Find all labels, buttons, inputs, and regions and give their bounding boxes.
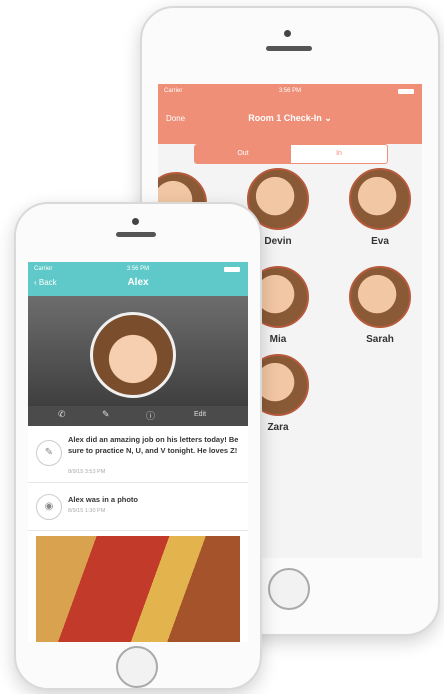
clock: 3:56 PM: [126, 266, 150, 272]
room-selector[interactable]: Room 1 Check-In ⌄: [158, 113, 422, 124]
front-phone: Carrier 3:56 PM ‹ Back Alex ✆ ✎ ⓘ Edit ✎…: [14, 202, 262, 690]
in-tab[interactable]: In: [291, 145, 387, 163]
feed-photo[interactable]: [36, 536, 240, 642]
feed-time: 8/9/15 3:53 PM: [68, 469, 106, 475]
avatar: [349, 266, 411, 328]
profile-header: Carrier 3:56 PM ‹ Back Alex: [28, 262, 248, 296]
feed-item-note[interactable]: ✎ Alex did an amazing job on his letters…: [28, 428, 248, 483]
profile-banner: [28, 296, 248, 406]
feed-text: Alex did an amazing job on his letters t…: [68, 435, 239, 455]
feed-text: Alex was in a photo: [68, 495, 139, 504]
note-icon[interactable]: ✎: [102, 409, 110, 420]
phone-icon[interactable]: ✆: [58, 409, 66, 420]
home-button[interactable]: [116, 646, 158, 688]
status-bar: Carrier 3:56 PM: [28, 266, 248, 274]
camera-icon: [284, 30, 291, 37]
note-icon: ✎: [36, 440, 62, 466]
speaker: [266, 46, 312, 51]
home-button[interactable]: [268, 568, 310, 610]
kid-name: Eva: [371, 236, 389, 247]
clock: 3:56 PM: [278, 88, 302, 94]
out-in-toggle: Out In: [194, 144, 388, 164]
camera-icon: ◉: [36, 494, 62, 520]
battery-icon: [224, 267, 240, 272]
out-tab[interactable]: Out: [195, 145, 291, 163]
speaker: [116, 232, 156, 237]
action-bar: ✆ ✎ ⓘ Edit: [28, 406, 248, 426]
feed-time: 8/9/15 1:30 PM: [68, 508, 106, 514]
status-bar: Carrier 3:56 PM: [158, 88, 422, 96]
camera-icon: [132, 218, 139, 225]
checkin-header: Carrier 3:56 PM Done Room 1 Check-In ⌄: [158, 84, 422, 144]
avatar: [349, 168, 411, 230]
kid-card-eva[interactable]: Eva: [344, 168, 416, 247]
feed-item-photo[interactable]: ◉ Alex was in a photo 8/9/15 1:30 PM: [28, 484, 248, 531]
kid-card-sarah[interactable]: Sarah: [344, 266, 416, 345]
profile-photo: [90, 312, 176, 398]
profile-screen: Carrier 3:56 PM ‹ Back Alex ✆ ✎ ⓘ Edit ✎…: [28, 262, 248, 642]
battery-icon: [398, 89, 414, 94]
edit-button[interactable]: Edit: [194, 411, 206, 418]
kid-name: Sarah: [366, 334, 394, 345]
page-title: Alex: [127, 277, 149, 288]
info-icon[interactable]: ⓘ: [146, 409, 155, 422]
